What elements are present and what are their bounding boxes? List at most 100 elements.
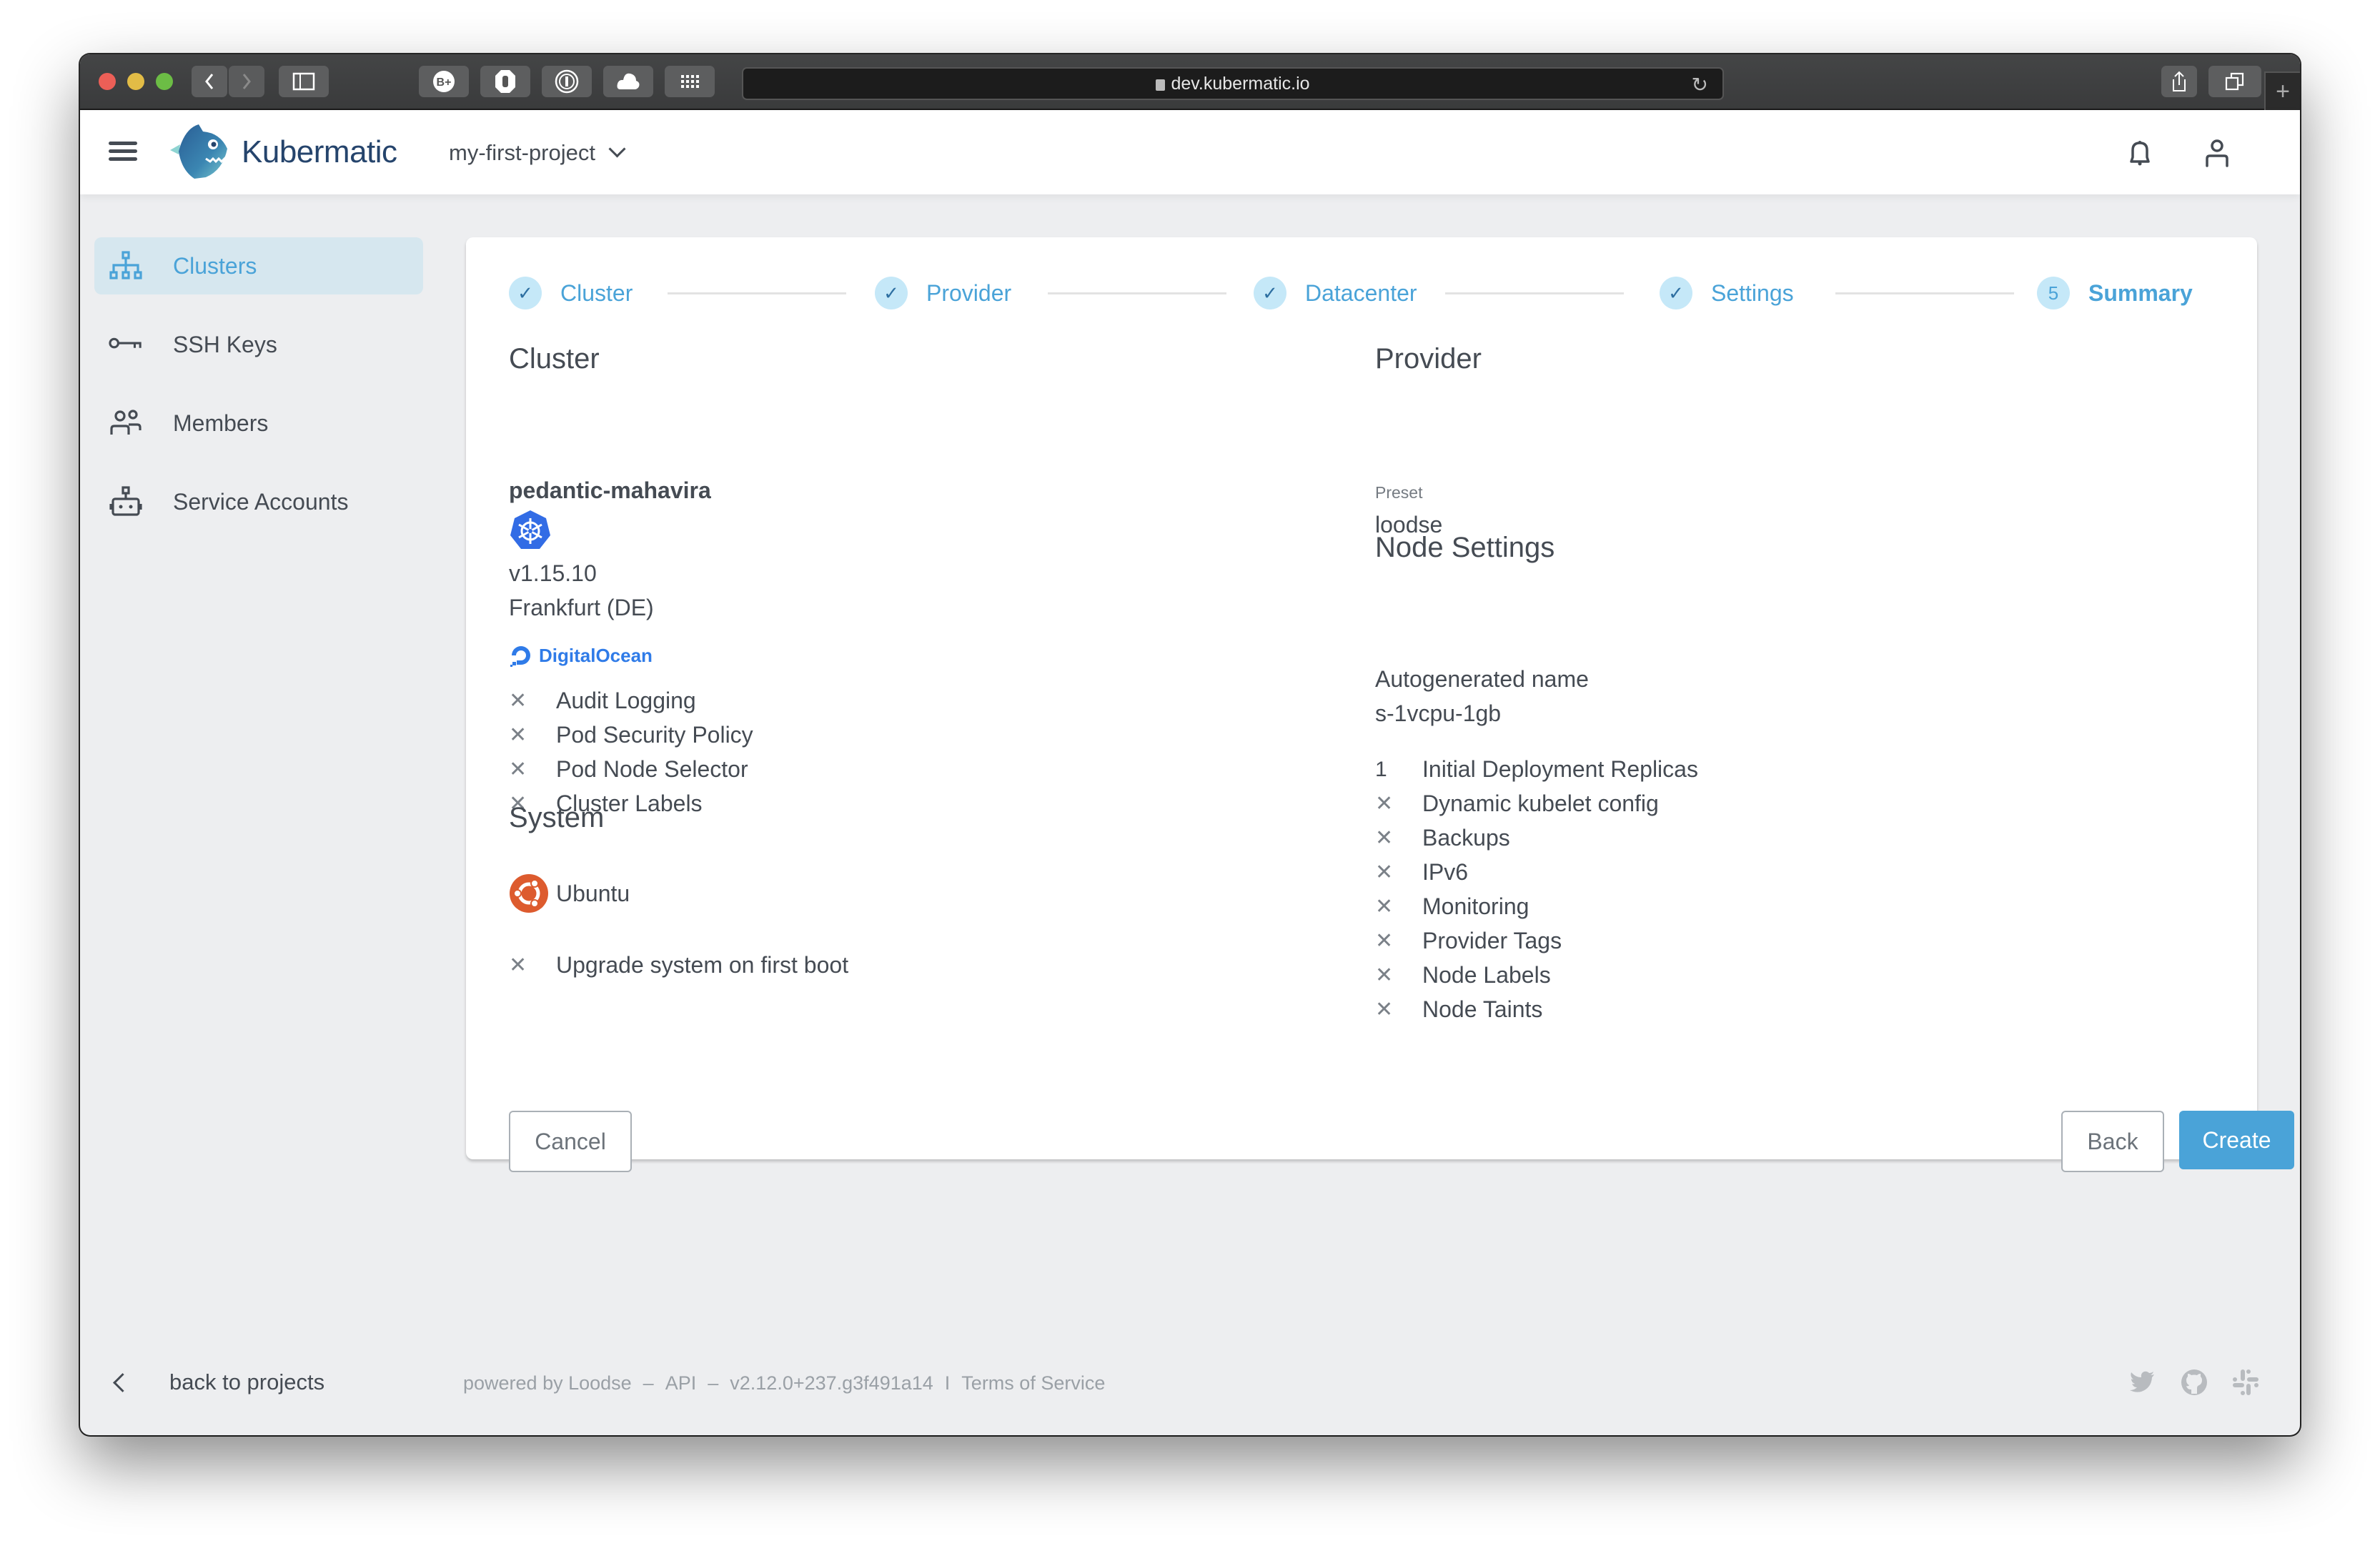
browser-titlebar: B+ dev.kubermatic.io ↻ + [80, 54, 2300, 110]
check-icon: ✓ [1254, 277, 1286, 309]
maximize-window-button[interactable] [156, 73, 173, 90]
project-name: my-first-project [449, 140, 595, 165]
os-name: Ubuntu [556, 880, 630, 906]
adblock-button[interactable] [480, 66, 530, 97]
disabled-x-icon: ✕ [509, 953, 527, 977]
provider-section-title: Provider [1375, 343, 1482, 375]
slack-icon[interactable] [2231, 1368, 2260, 1397]
kubermatic-logo-icon [170, 124, 227, 179]
share-icon [2173, 71, 2186, 91]
step-settings[interactable]: ✓ Settings [1660, 273, 1794, 313]
close-window-button[interactable] [99, 73, 116, 90]
summary-card: ✓ Cluster ✓ Provider ✓ Datacenter ✓ Sett… [466, 237, 2294, 1172]
sidebar-icon [292, 72, 315, 91]
step-summary[interactable]: 5 Summary [2037, 273, 2193, 313]
sidebar-item-members[interactable]: Members [94, 395, 423, 452]
api-link[interactable]: API [665, 1372, 697, 1394]
digitalocean-icon [510, 646, 530, 667]
cloud-icon [617, 73, 640, 89]
kubernetes-icon [510, 510, 550, 549]
step-provider[interactable]: ✓ Provider [875, 273, 1011, 313]
back-nav-button[interactable] [192, 66, 227, 97]
node-setting-label: Initial Deployment Replicas [1422, 756, 1698, 782]
key-icon [109, 327, 143, 362]
preset-label: Preset [1375, 483, 1423, 502]
chevron-down-icon [608, 139, 626, 158]
sidebar-item-service-accounts[interactable]: Service Accounts [94, 473, 423, 530]
step-datacenter[interactable]: ✓ Datacenter [1254, 273, 1417, 313]
back-to-projects-link[interactable]: back to projects [109, 1369, 324, 1395]
share-button[interactable] [2161, 66, 2197, 97]
twitter-icon[interactable] [2128, 1368, 2157, 1397]
sidebar-item-ssh-keys[interactable]: SSH Keys [94, 316, 423, 373]
node-setting-row: ✕ Provider Tags [1375, 928, 1562, 954]
feature-row: ✕ Audit Logging [509, 688, 696, 714]
grid-button[interactable] [665, 66, 715, 97]
footer-separator: I [944, 1372, 951, 1394]
lock-icon [1156, 79, 1166, 91]
step-number: 5 [2037, 277, 2070, 309]
sidebar-toggle-button[interactable] [279, 66, 329, 97]
node-setting-row: ✕ Dynamic kubelet config [1375, 791, 1659, 817]
node-setting-label: Node Taints [1422, 996, 1543, 1022]
node-setting-row: 1 Initial Deployment Replicas [1375, 756, 1698, 783]
sidebar-item-clusters[interactable]: Clusters [94, 237, 423, 294]
disabled-x-icon: ✕ [1375, 998, 1394, 1021]
address-bar[interactable]: dev.kubermatic.io ↻ [742, 67, 1724, 100]
disabled-x-icon: ✕ [509, 689, 527, 713]
autogenerated-name-label: Autogenerated name [1375, 666, 1589, 692]
reload-icon[interactable]: ↻ [1692, 73, 1708, 96]
cancel-button[interactable]: Cancel [509, 1111, 632, 1172]
option-label: Upgrade system on first boot [556, 952, 849, 978]
check-icon: ✓ [875, 277, 908, 309]
node-setting-row: ✕ Node Labels [1375, 962, 1551, 988]
new-tab-icon[interactable]: + [2264, 71, 2300, 110]
feature-label: Pod Security Policy [556, 722, 753, 748]
disabled-x-icon: ✕ [509, 723, 527, 747]
user-account-icon[interactable] [2200, 136, 2234, 170]
extension-bplus-button[interactable]: B+ [419, 66, 469, 97]
sidebar-item-label: Service Accounts [173, 488, 349, 515]
back-button[interactable]: Back [2061, 1111, 2164, 1172]
digitalocean-logo: DigitalOcean [509, 643, 653, 668]
forward-nav-button[interactable] [229, 66, 264, 97]
node-setting-label: Dynamic kubelet config [1422, 791, 1659, 816]
step-connector [1048, 292, 1226, 294]
members-icon [109, 406, 143, 440]
powered-by-link[interactable]: powered by Loodse [463, 1372, 632, 1394]
check-icon: ✓ [509, 277, 542, 309]
project-selector[interactable]: my-first-project [449, 139, 626, 166]
system-option-row: ✕ Upgrade system on first boot [509, 952, 848, 978]
cloud-button[interactable] [603, 66, 653, 97]
step-label: Provider [926, 279, 1012, 306]
forward-icon [242, 74, 251, 89]
menu-icon[interactable] [109, 142, 137, 162]
node-size: s-1vcpu-1gb [1375, 700, 1502, 726]
node-setting-row: ✕ Backups [1375, 825, 1510, 851]
github-icon[interactable] [2180, 1368, 2208, 1397]
minimize-window-button[interactable] [127, 73, 144, 90]
disabled-x-icon: ✕ [1375, 861, 1394, 884]
tabs-overview-button[interactable] [2208, 66, 2261, 97]
disabled-x-icon: ✕ [1375, 963, 1394, 987]
wizard-stepper: ✓ Cluster ✓ Provider ✓ Datacenter ✓ Sett… [509, 273, 2217, 313]
step-connector [1835, 292, 2014, 294]
version-text: v2.12.0+237.g3f491a14 [730, 1372, 933, 1394]
footer-info: powered by Loodse – API – v2.12.0+237.g3… [463, 1372, 1105, 1394]
sitemap-icon [109, 249, 143, 283]
notifications-bell-icon[interactable] [2123, 136, 2157, 170]
disabled-x-icon: ✕ [509, 758, 527, 781]
disabled-x-icon: ✕ [1375, 792, 1394, 816]
back-to-projects-label: back to projects [169, 1369, 325, 1394]
terms-of-service-link[interactable]: Terms of Service [961, 1372, 1105, 1394]
password-manager-button[interactable] [542, 66, 592, 97]
create-button[interactable]: Create [2179, 1111, 2294, 1169]
brand-name: Kubermatic [242, 134, 397, 169]
extension-bplus-icon: B+ [433, 71, 455, 92]
tabs-icon [2225, 72, 2244, 91]
disabled-x-icon: ✕ [1375, 929, 1394, 953]
node-settings-title: Node Settings [1375, 532, 1555, 563]
step-cluster[interactable]: ✓ Cluster [509, 273, 633, 313]
robot-icon [109, 485, 143, 519]
node-setting-label: Backups [1422, 825, 1510, 851]
